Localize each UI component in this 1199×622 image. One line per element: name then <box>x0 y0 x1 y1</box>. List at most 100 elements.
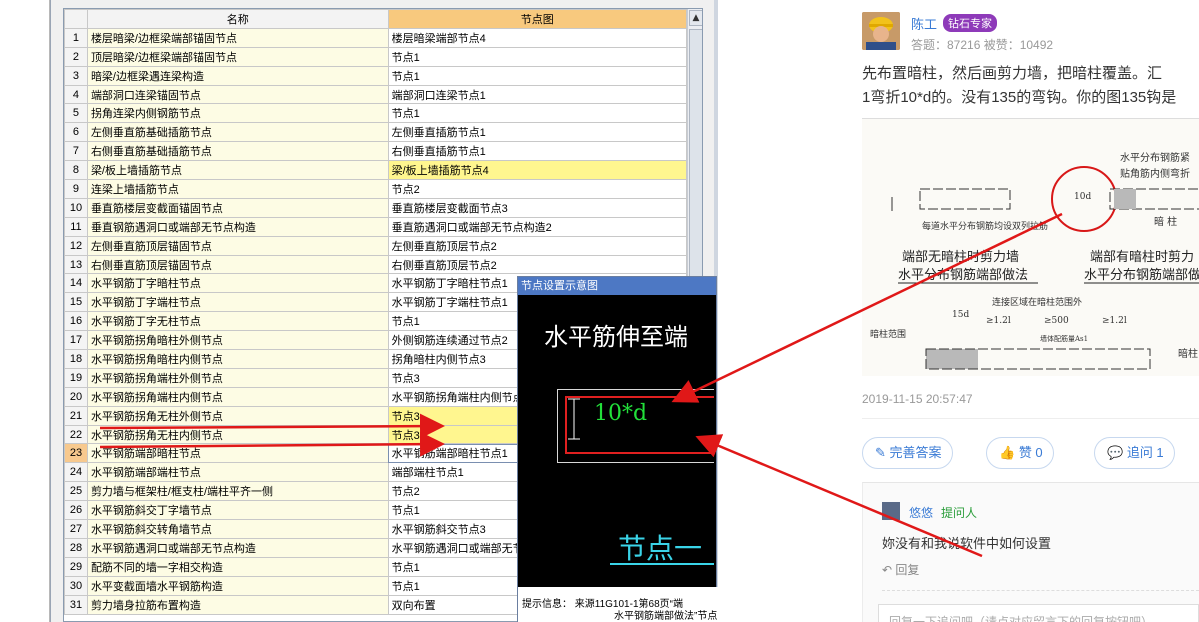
column-header-name[interactable]: 名称 <box>86 9 389 29</box>
node-value-cell[interactable]: 节点1 <box>387 103 688 124</box>
dialog-title[interactable]: 节点设置示意图 <box>518 277 716 295</box>
node-name-cell: 垂直钢筋遇洞口或端部无节点构造 <box>86 216 389 237</box>
node-value-cell[interactable]: 垂直筋楼层变截面节点3 <box>387 197 688 218</box>
top-label-1: 水平分布钢筋紧 <box>1120 151 1190 164</box>
node-value-cell[interactable]: 节点1 <box>387 46 688 67</box>
node-diagram-canvas: 水平筋伸至端 10*d 节点一 <box>522 297 714 585</box>
hint-info: 提示信息： 来源11G101-1第68页“端 水平钢筋端部做法”节点 <box>518 587 718 622</box>
node-name-cell: 垂直筋楼层变截面锚固节点 <box>86 197 389 218</box>
comment-icon: 💬 <box>1107 445 1127 460</box>
dim-1-label: ≥1.2l <box>986 316 1011 326</box>
commenter-name[interactable]: 悠悠 <box>909 504 933 521</box>
follow-up-button[interactable]: 💬 追问 1 <box>1094 437 1175 469</box>
row-number: 27 <box>64 519 88 539</box>
row-number: 6 <box>64 122 88 143</box>
avatar[interactable] <box>862 12 900 50</box>
node-name-cell: 水平钢筋拐角暗柱外侧节点 <box>86 330 389 351</box>
row-number: 20 <box>64 386 88 407</box>
node-name-cell: 右侧垂直筋基础插筋节点 <box>86 141 389 162</box>
caption-1b: 水平分布钢筋端部做法 <box>898 267 1028 283</box>
row-number: 12 <box>64 235 88 256</box>
row-number: 1 <box>64 27 88 48</box>
caption-1a: 端部无暗柱时剪力墙 <box>902 249 1019 265</box>
row-number: 4 <box>64 84 88 105</box>
comment-section <box>862 482 1199 622</box>
like-label: 赞 0 <box>1018 445 1043 460</box>
node-value-cell[interactable]: 右侧垂直筋顶层节点2 <box>387 254 688 275</box>
table-row[interactable]: 7 右侧垂直筋基础插筋节点 右侧垂直插筋节点1 <box>64 141 688 162</box>
column-header-node[interactable]: 节点图 <box>387 9 688 29</box>
node-value-cell[interactable]: 节点2 <box>387 179 688 199</box>
table-row[interactable]: 12 左侧垂直筋顶层锚固节点 左侧垂直筋顶层节点2 <box>64 235 688 256</box>
node-value-cell[interactable]: 垂直筋遇洞口或端部无节点构造2 <box>387 216 688 237</box>
node-name-cell: 水平钢筋斜交转角墙节点 <box>86 519 389 539</box>
node-name-cell: 连梁上墙插筋节点 <box>86 179 389 199</box>
row-number: 24 <box>64 462 88 483</box>
hint-line-1: 提示信息： 来源11G101-1第68页“端 <box>522 599 683 610</box>
bottom-note: 连接区域在暗柱范围外 <box>992 296 1082 308</box>
reply-link[interactable]: ↶ 回复 <box>882 561 919 578</box>
node-name-cell: 水平钢筋拐角暗柱内侧节点 <box>86 349 389 369</box>
anchor-length-label: 10*d <box>594 401 648 426</box>
table-row[interactable]: 4 端部洞口连梁锚固节点 端部洞口连梁节点1 <box>64 84 688 105</box>
row-number: 25 <box>64 481 88 502</box>
node-settings-window: 名称 节点图 1 楼层暗梁/边框梁端部锚固节点 楼层暗梁端部节点4 2 顶层暗梁/边框梁… <box>50 0 718 622</box>
like-button[interactable]: 👍 赞 0 <box>986 437 1054 469</box>
table-row[interactable]: 13 右侧垂直筋顶层锚固节点 右侧垂直筋顶层节点2 <box>64 254 688 275</box>
row-number: 21 <box>64 405 88 426</box>
dim-500-label: ≥500 <box>1044 316 1069 326</box>
node-value-cell[interactable]: 端部洞口连梁节点1 <box>387 84 688 105</box>
reply-icon: ↶ <box>882 563 896 577</box>
author-name[interactable]: 陈工 <box>911 14 937 33</box>
darkcol-label: 暗 柱 <box>1154 215 1177 228</box>
table-row[interactable]: 10 垂直筋楼层变截面锚固节点 垂直筋楼层变截面节点3 <box>64 197 688 218</box>
node-value-cell[interactable]: 楼层暗梁端部节点4 <box>387 27 688 48</box>
caption-2a: 端部有暗柱时剪力 <box>1090 249 1194 265</box>
table-row[interactable]: 11 垂直钢筋遇洞口或端部无节点构造 垂直筋遇洞口或端部无节点构造2 <box>64 216 688 237</box>
node-value-cell[interactable]: 节点1 <box>387 65 688 86</box>
table-row[interactable]: 2 顶层暗梁/边框梁端部锚固节点 节点1 <box>64 46 688 67</box>
answer-image[interactable]: 水平分布钢筋紧 贴角筋内侧弯折 每道水平分布钢筋均设双列拉筋 10d 暗 柱 端… <box>862 118 1199 376</box>
top-label-2: 贴角筋内侧弯折 <box>1120 167 1190 180</box>
node-name-cell: 水平钢筋丁字暗柱节点 <box>86 273 389 294</box>
commenter-role: 提问人 <box>941 506 978 520</box>
row-number: 3 <box>64 65 88 86</box>
row-number: 8 <box>64 160 88 181</box>
table-row[interactable]: 1 楼层暗梁/边框梁端部锚固节点 楼层暗梁端部节点4 <box>64 27 688 48</box>
node-name-cell: 剪力墙与框架柱/框支柱/端柱平齐一侧 <box>86 481 389 502</box>
row-number: 9 <box>64 179 88 199</box>
table-row[interactable]: 9 连梁上墙插筋节点 节点2 <box>64 179 688 199</box>
node-name-cell: 水平钢筋端部暗柱节点 <box>86 443 389 464</box>
table-row[interactable]: 3 暗梁/边框梁遇连梁构造 节点1 <box>64 65 688 86</box>
commenter-avatar[interactable] <box>882 502 900 520</box>
node-name-cell: 楼层暗梁/边框梁端部锚固节点 <box>86 27 389 48</box>
drawing-note: 每道水平分布钢筋均设双列拉筋 <box>922 220 1048 232</box>
complete-answer-button[interactable]: ✎ 完善答案 <box>862 437 953 469</box>
row-number: 14 <box>64 273 88 294</box>
node-value-cell[interactable]: 左侧垂直筋顶层节点2 <box>387 235 688 256</box>
node-value-cell[interactable]: 左侧垂直插筋节点1 <box>387 122 688 143</box>
node-name-cell: 水平钢筋拐角无柱外侧节点 <box>86 405 389 426</box>
node-name-cell: 水平钢筋丁字无柱节点 <box>86 311 389 332</box>
node-name-cell: 拐角连梁内侧钢筋节点 <box>86 103 389 124</box>
node-name-cell: 右侧垂直筋顶层锚固节点 <box>86 254 389 275</box>
table-row[interactable]: 8 梁/板上墙插筋节点 梁/板上墙插筋节点4 <box>64 160 688 181</box>
node-value-cell[interactable]: 梁/板上墙插筋节点4 <box>387 160 688 181</box>
node-name-cell: 水平钢筋拐角无柱内侧节点 <box>86 424 389 445</box>
row-number: 31 <box>64 594 88 615</box>
reply-input[interactable]: 回复一下追问吧（请点对应留言下的回复按钮吧） <box>878 604 1199 622</box>
row-number: 18 <box>64 349 88 369</box>
scroll-up-icon[interactable]: ▲ <box>689 10 702 26</box>
rebar-note: 墙体配筋量As1 <box>1040 334 1088 343</box>
row-number: 13 <box>64 254 88 275</box>
comment-text: 妳没有和我说软件中如何设置 <box>882 536 1052 551</box>
post-timestamp: 2019-11-15 20:57:47 <box>862 392 973 406</box>
table-row[interactable]: 5 拐角连梁内侧钢筋节点 节点1 <box>64 103 688 124</box>
table-row[interactable]: 6 左侧垂直筋基础插筋节点 左侧垂直插筋节点1 <box>64 122 688 143</box>
node-name-cell: 顶层暗梁/边框梁端部锚固节点 <box>86 46 389 67</box>
node-value-cell[interactable]: 右侧垂直插筋节点1 <box>387 141 688 162</box>
node-name-cell: 梁/板上墙插筋节点 <box>86 160 389 181</box>
rebar-detail-drawing: 水平分布钢筋紧 贴角筋内侧弯折 每道水平分布钢筋均设双列拉筋 10d 暗 柱 端… <box>862 119 1199 376</box>
node-name-cell: 水平钢筋丁字端柱节点 <box>86 292 389 313</box>
reply-label: 回复 <box>895 563 920 577</box>
